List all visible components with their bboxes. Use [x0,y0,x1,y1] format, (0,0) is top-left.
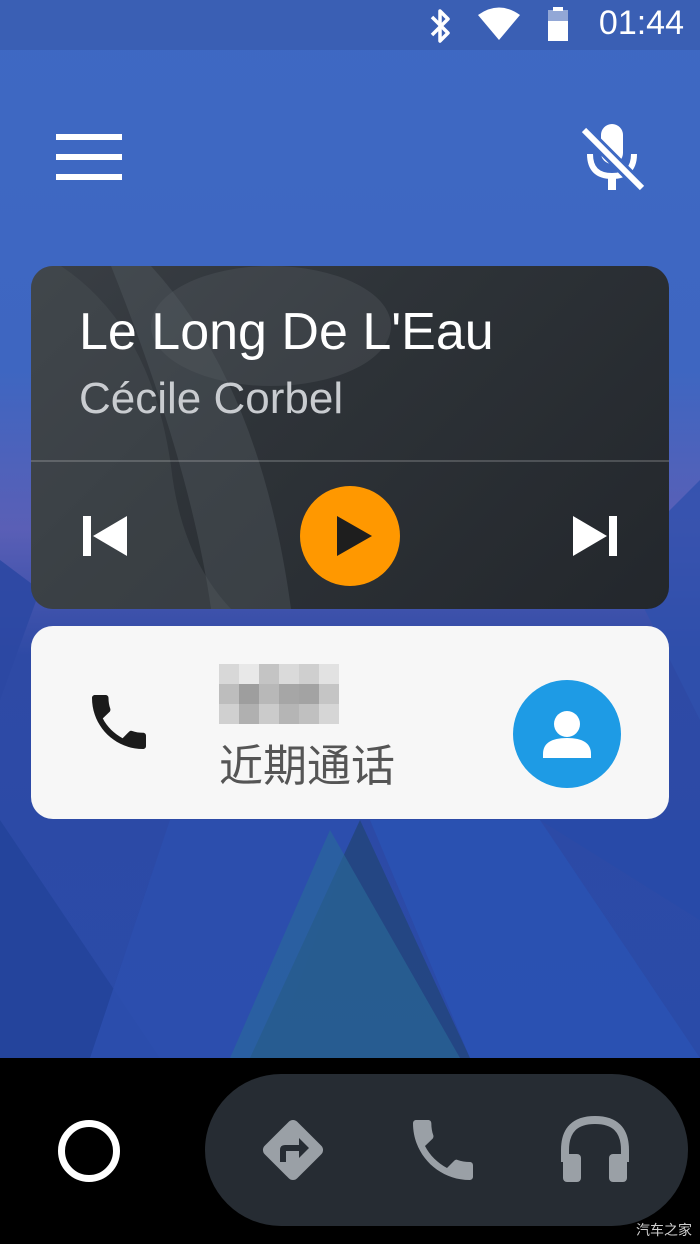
play-icon [337,516,372,556]
song-artist: Cécile Corbel [79,374,344,423]
status-time: 01:44 [598,4,684,42]
home-icon[interactable] [58,1120,120,1182]
song-title: Le Long De L'Eau [79,303,494,361]
battery-icon [548,7,568,41]
status-bar: 01:44 [0,0,700,50]
bluetooth-icon [430,9,450,43]
recent-calls-card[interactable]: 近期通话 [31,626,669,819]
skip-next-icon[interactable] [561,506,627,566]
watermark: 汽车之家 [636,1223,692,1239]
contact-avatar[interactable] [513,680,621,788]
nav-pill [205,1074,688,1226]
media-card[interactable]: Le Long De L'Eau Cécile Corbel [31,266,669,609]
navigation-icon[interactable] [253,1110,333,1190]
phone-icon[interactable] [403,1110,483,1190]
recent-calls-label: 近期通话 [219,741,395,792]
media-divider [31,460,669,462]
wifi-icon [478,7,520,40]
headphones-icon[interactable] [555,1110,635,1190]
play-button[interactable] [300,486,400,586]
bottom-nav-bar: 汽车之家 [0,1058,700,1244]
skip-previous-icon[interactable] [71,506,137,566]
hamburger-menu-icon[interactable] [50,128,128,188]
contact-avatar-icon [543,711,591,758]
mic-off-icon[interactable] [572,118,652,198]
contact-name-pixelated [219,664,339,724]
phone-icon [92,695,146,749]
